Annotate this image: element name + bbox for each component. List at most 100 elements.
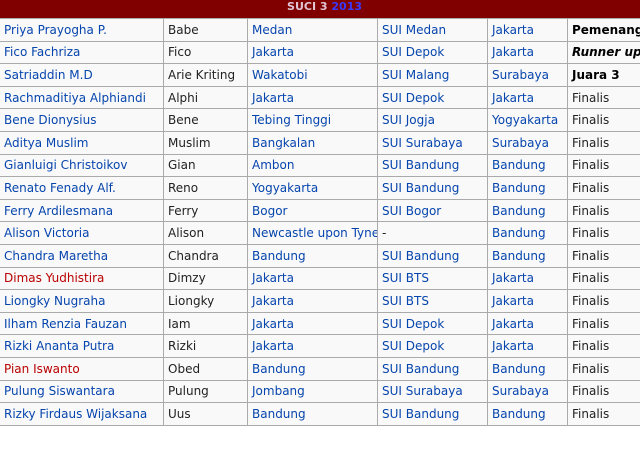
hometown-link[interactable]: Yogyakarta xyxy=(252,181,318,195)
city-link[interactable]: Bandung xyxy=(492,249,546,263)
audition-link[interactable]: SUI Bandung xyxy=(382,249,459,263)
audition-link[interactable]: SUI Depok xyxy=(382,91,444,105)
result-cell: Finalis xyxy=(566,108,640,132)
city-link[interactable]: Jakarta xyxy=(492,23,534,37)
contestant-name-cell: Alison Victoria xyxy=(0,221,164,245)
city-link[interactable]: Bandung xyxy=(492,181,546,195)
hometown-link[interactable]: Jakarta xyxy=(252,271,294,285)
result-cell: Finalis xyxy=(566,243,640,268)
audition-link[interactable]: SUI Malang xyxy=(382,68,449,82)
audition-link[interactable]: SUI Medan xyxy=(382,23,446,37)
audition-link[interactable]: SUI Jogja xyxy=(382,113,435,127)
contestant-table: SUCI 3 2013 Priya Prayogha P. Babe Medan SU… xyxy=(0,0,640,426)
result-cell: Finalis xyxy=(572,384,610,399)
city-cell: Jakarta xyxy=(487,266,568,291)
city-link[interactable]: Surabaya xyxy=(492,384,549,398)
hometown-link[interactable]: Jombang xyxy=(252,384,305,398)
city-link[interactable]: Bandung xyxy=(492,407,546,421)
city-link[interactable]: Bandung xyxy=(492,226,546,240)
hometown-link[interactable]: Jakarta xyxy=(252,91,294,105)
city-link[interactable]: Bandung xyxy=(492,362,546,376)
city-cell: Bandung xyxy=(487,221,568,245)
city-link[interactable]: Yogyakarta xyxy=(492,113,558,127)
city-link[interactable]: Jakarta xyxy=(492,339,534,353)
city-link[interactable]: Jakarta xyxy=(492,294,534,308)
audition-link[interactable]: SUI Bandung xyxy=(382,407,459,421)
contestant-name-link[interactable]: Priya Prayogha P. xyxy=(4,23,107,37)
contestant-name-link[interactable]: Satriaddin M.D xyxy=(4,68,93,82)
contestant-name-link[interactable]: Pulung Siswantara xyxy=(4,384,115,398)
audition-cell: SUI Surabaya xyxy=(377,379,488,404)
contestant-name-link[interactable]: Chandra Maretha xyxy=(4,249,108,263)
audition-link[interactable]: SUI Bandung xyxy=(382,362,459,376)
nickname-cell: Muslim xyxy=(163,130,248,155)
result-cell: Finalis xyxy=(566,198,640,223)
contestant-name-link[interactable]: Ilham Renzia Fauzan xyxy=(4,317,127,331)
audition-cell: SUI Bandung xyxy=(377,356,488,381)
audition-link[interactable]: SUI Bogor xyxy=(382,204,441,218)
hometown-link[interactable]: Bandung xyxy=(252,362,306,376)
audition-link: - xyxy=(382,226,387,241)
hometown-link[interactable]: Bandung xyxy=(252,249,306,263)
contestant-name-link[interactable]: Bene Dionysius xyxy=(4,113,96,127)
contestant-name-cell: Fico Fachriza xyxy=(0,40,164,65)
contestant-name-link[interactable]: Aditya Muslim xyxy=(4,136,89,150)
audition-cell: SUI BTS xyxy=(377,289,488,313)
audition-link[interactable]: SUI BTS xyxy=(382,294,429,308)
audition-link[interactable]: SUI Depok xyxy=(382,45,444,59)
hometown-link[interactable]: Newcastle upon Tyne xyxy=(252,226,377,240)
city-cell: Jakarta xyxy=(487,85,568,110)
hometown-link[interactable]: Medan xyxy=(252,23,292,37)
city-link[interactable]: Bandung xyxy=(492,158,546,172)
city-cell: Bandung xyxy=(487,243,568,268)
hometown-link[interactable]: Jakarta xyxy=(252,294,294,308)
audition-link[interactable]: SUI Depok xyxy=(382,339,444,353)
audition-link[interactable]: SUI Surabaya xyxy=(382,136,463,150)
nickname-cell: Bene xyxy=(168,113,199,128)
nickname-cell: Dimzy xyxy=(168,271,206,286)
city-link[interactable]: Bandung xyxy=(492,204,546,218)
contestant-name-link[interactable]: Pian Iswanto xyxy=(4,362,80,376)
hometown-link[interactable]: Jakarta xyxy=(252,317,294,331)
contestant-name-link[interactable]: Fico Fachriza xyxy=(4,45,80,59)
hometown-cell: Jakarta xyxy=(247,289,378,313)
contestant-name-link[interactable]: Rachmaditiya Alphiandi xyxy=(4,91,146,105)
city-link[interactable]: Jakarta xyxy=(492,271,534,285)
audition-link[interactable]: SUI Depok xyxy=(382,317,444,331)
hometown-link[interactable]: Bandung xyxy=(252,407,306,421)
contestant-name-cell: Priya Prayogha P. xyxy=(0,18,164,42)
city-link[interactable]: Surabaya xyxy=(492,136,549,150)
contestant-name-link[interactable]: Liongky Nugraha xyxy=(4,294,105,308)
hometown-link[interactable]: Tebing Tinggi xyxy=(252,113,331,127)
city-link[interactable]: Surabaya xyxy=(492,68,549,82)
audition-link[interactable]: SUI BTS xyxy=(382,271,429,285)
header-title: SUCI 3 xyxy=(287,0,328,13)
contestant-name-link[interactable]: Rizki Ananta Putra xyxy=(4,339,114,353)
audition-link[interactable]: SUI Surabaya xyxy=(382,384,463,398)
nickname-cell: Chandra xyxy=(168,248,219,263)
contestant-name-link[interactable]: Gianluigi Christoikov xyxy=(4,158,127,172)
nickname-cell: Alphi xyxy=(163,85,248,110)
city-cell: Jakarta xyxy=(487,40,568,65)
result-cell: Finalis xyxy=(566,221,640,245)
hometown-link[interactable]: Bogor xyxy=(252,204,287,218)
contestant-name-link[interactable]: Dimas Yudhistira xyxy=(4,271,104,285)
hometown-link[interactable]: Jakarta xyxy=(252,45,294,59)
city-link[interactable]: Jakarta xyxy=(492,45,534,59)
hometown-link[interactable]: Wakatobi xyxy=(252,68,308,82)
contestant-name-cell: Gianluigi Christoikov xyxy=(0,153,164,178)
contestant-name-link[interactable]: Renato Fenady Alf. xyxy=(4,181,116,195)
hometown-link[interactable]: Ambon xyxy=(252,158,294,172)
audition-link[interactable]: SUI Bandung xyxy=(382,158,459,172)
hometown-link[interactable]: Bangkalan xyxy=(252,136,315,150)
audition-link[interactable]: SUI Bandung xyxy=(382,181,459,195)
audition-cell: SUI Bogor xyxy=(377,198,488,223)
hometown-link[interactable]: Jakarta xyxy=(252,339,294,353)
city-link[interactable]: Jakarta xyxy=(492,91,534,105)
hometown-cell: Jombang xyxy=(247,379,378,404)
header-year-link[interactable]: 2013 xyxy=(331,0,362,13)
contestant-name-link[interactable]: Rizky Firdaus Wijaksana xyxy=(4,407,147,421)
contestant-name-link[interactable]: Alison Victoria xyxy=(4,226,89,240)
contestant-name-link[interactable]: Ferry Ardilesmana xyxy=(4,204,113,218)
city-link[interactable]: Jakarta xyxy=(492,317,534,331)
